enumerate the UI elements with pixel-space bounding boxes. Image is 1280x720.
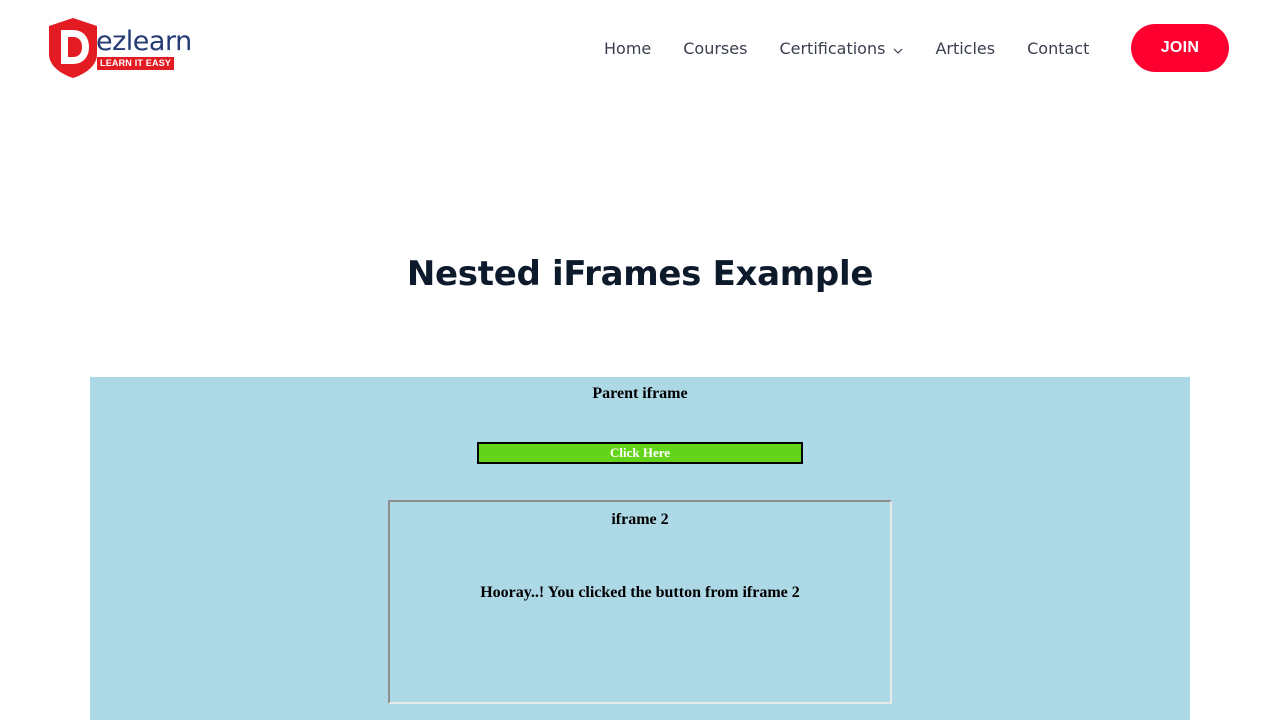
nested-iframe-2: iframe 2 Hooray..! You clicked the butto… [388,500,892,704]
parent-iframe: Parent iframe Click Here iframe 2 Hooray… [90,377,1190,720]
logo-tagline: LEARN IT EASY [97,57,175,70]
iframe-2-message: Hooray..! You clicked the button from if… [480,584,800,601]
site-header: ezlearn LEARN IT EASY Home Courses Certi… [0,0,1280,96]
site-logo[interactable]: ezlearn LEARN IT EASY [45,18,205,78]
nav-item-courses[interactable]: Courses [683,39,747,58]
main-nav: Home Courses Certifications Articles Con… [604,37,1121,59]
click-here-button[interactable]: Click Here [477,442,803,464]
parent-iframe-heading: Parent iframe [592,385,688,402]
logo-wordmark: ezlearn [96,26,192,57]
nav-item-contact[interactable]: Contact [1027,39,1089,58]
shield-logo-icon [49,18,97,78]
chevron-down-icon [893,39,903,58]
page-title: Nested iFrames Example [406,254,874,294]
nav-item-home[interactable]: Home [604,39,651,58]
nav-item-certifications[interactable]: Certifications [779,39,903,58]
nav-item-articles[interactable]: Articles [935,39,995,58]
nav-item-certifications-label: Certifications [779,38,886,58]
iframe-2-heading: iframe 2 [611,511,669,528]
join-button[interactable]: JOIN [1131,24,1229,72]
